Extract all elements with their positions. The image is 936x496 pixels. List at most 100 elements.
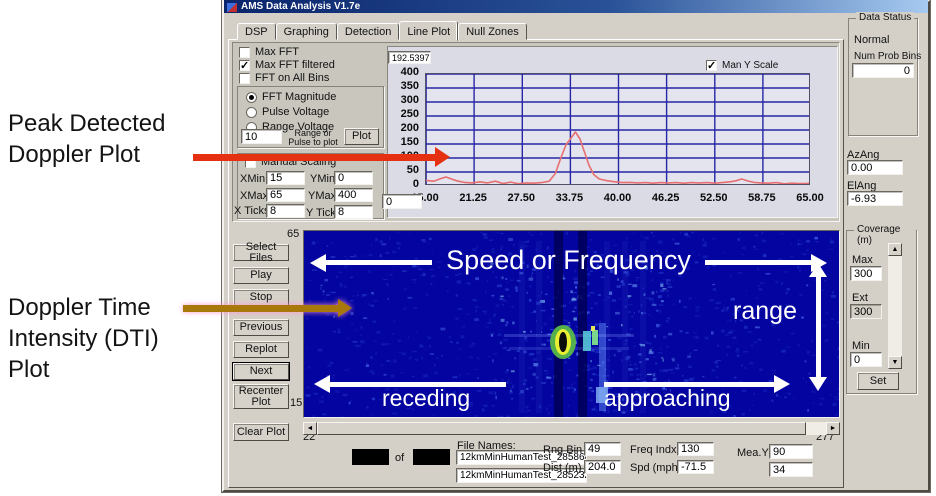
- tab-dsp[interactable]: DSP: [237, 23, 276, 40]
- coverage-min-label: Min: [852, 340, 870, 352]
- xmax-input[interactable]: 65: [266, 188, 305, 202]
- xticks-label: X Ticks: [234, 205, 269, 217]
- fft-all-bins-label: FFT on All Bins: [255, 72, 329, 84]
- man-y-scale-checkbox[interactable]: [706, 60, 717, 71]
- x-tick-label: 21.25: [451, 192, 495, 204]
- fft-all-bins-checkbox[interactable]: [239, 73, 250, 84]
- scroll-down-icon[interactable]: ▼: [888, 356, 902, 369]
- dti-overlay-top-label: Speed or Frequency: [446, 245, 691, 276]
- y-tick-label: 200: [401, 122, 419, 134]
- tab-graphing[interactable]: Graphing: [276, 23, 337, 40]
- x-tick-label: 52.50: [692, 192, 736, 204]
- previous-button[interactable]: Previous: [233, 319, 289, 336]
- dist-label: Dist (m): [543, 462, 582, 474]
- x-axis-labels: 15.0021.2527.5033.7540.0046.2552.5058.75…: [425, 192, 810, 206]
- file-index-display: [352, 449, 389, 465]
- y-tick-label: 350: [401, 80, 419, 92]
- ymax-input[interactable]: 400: [334, 188, 373, 202]
- dist-field[interactable]: 204.0: [584, 460, 621, 474]
- range-to-plot-label: Range or Pulse to plot: [284, 129, 342, 147]
- meay-field-1[interactable]: 90: [769, 444, 813, 459]
- arrow-left-icon: [310, 254, 326, 272]
- dti-callout: Doppler Time Intensity (DTI) Plot: [8, 292, 159, 385]
- checkbox-row[interactable]: Max FFT filtered: [239, 59, 335, 71]
- y-tick-label: 0: [413, 178, 419, 190]
- fft-magnitude-radio[interactable]: [246, 92, 257, 103]
- tab-detection[interactable]: Detection: [337, 23, 399, 40]
- coverage-ext-field: 300: [850, 304, 882, 319]
- play-button[interactable]: Play: [233, 267, 289, 284]
- yticks-input[interactable]: 8: [334, 205, 373, 219]
- chart-bottom-left-input[interactable]: 0: [382, 194, 422, 209]
- scroll-up-icon[interactable]: ▲: [888, 243, 902, 256]
- coverage-max-field[interactable]: 300: [850, 266, 882, 281]
- meay-label: Mea.Y: [737, 447, 769, 459]
- ymin-label: YMin: [310, 173, 335, 185]
- x-tick-label: 27.50: [499, 192, 543, 204]
- elang-field[interactable]: -6.93: [847, 191, 903, 206]
- max-fft-filtered-checkbox[interactable]: [239, 60, 250, 71]
- next-button[interactable]: Next: [233, 363, 289, 380]
- x-tick-label: 40.00: [596, 192, 640, 204]
- coverage-min-field[interactable]: 0: [850, 352, 882, 367]
- dti-horizontal-scrollbar[interactable]: ◄ ►: [303, 422, 840, 435]
- tab-line-plot[interactable]: Line Plot: [399, 21, 458, 41]
- clear-plot-button[interactable]: Clear Plot: [233, 423, 289, 441]
- x-tick-label: 33.75: [547, 192, 591, 204]
- freq-indx-label: Freq Indx: [630, 444, 676, 456]
- ymin-input[interactable]: 0: [334, 171, 373, 185]
- data-status-label: Data Status: [856, 12, 914, 23]
- man-y-scale-label: Man Y Scale: [722, 60, 778, 71]
- checkbox-row[interactable]: Max FFT: [239, 46, 299, 58]
- pulse-voltage-radio[interactable]: [246, 107, 257, 118]
- max-fft-label: Max FFT: [255, 46, 299, 58]
- arrow-right-icon: [338, 299, 352, 317]
- fft-magnitude-label: FFT Magnitude: [262, 91, 336, 103]
- dti-overlay-receding-label: receding: [382, 385, 470, 412]
- recenter-plot-button[interactable]: Recenter Plot: [233, 384, 289, 409]
- replot-button[interactable]: Replot: [233, 341, 289, 358]
- azang-field[interactable]: 0.00: [847, 160, 903, 175]
- xticks-input[interactable]: 8: [266, 204, 305, 218]
- rng-bin-field[interactable]: 49: [584, 442, 621, 456]
- max-fft-checkbox[interactable]: [239, 47, 250, 58]
- x-tick-label: 65.00: [788, 192, 832, 204]
- freq-indx-field[interactable]: 130: [677, 442, 714, 456]
- set-button[interactable]: Set: [857, 372, 899, 390]
- range-to-plot-input[interactable]: 10: [241, 129, 282, 144]
- select-files-button[interactable]: Select Files: [233, 244, 289, 261]
- peak-doppler-callout: Peak Detected Doppler Plot: [8, 108, 165, 170]
- title-bar[interactable]: AMS Data Analysis V1.7e: [224, 0, 928, 13]
- xmin-label: XMin: [240, 173, 265, 185]
- screen: AMS Data Analysis V1.7e DSP Graphing Det…: [0, 0, 936, 496]
- rng-bin-label: Rng Bin: [543, 444, 582, 456]
- dti-plot[interactable]: Speed or Frequency range receding approa…: [303, 230, 840, 418]
- x-tick-label: 46.25: [644, 192, 688, 204]
- scroll-right-icon[interactable]: ►: [826, 422, 840, 435]
- red-callout-arrow: [193, 147, 450, 167]
- arrow-up-icon: [809, 263, 827, 277]
- status-value: Normal: [854, 34, 889, 46]
- xmin-input[interactable]: 15: [266, 171, 305, 185]
- checkbox-row[interactable]: FFT on All Bins: [239, 72, 329, 84]
- num-prob-bins-field[interactable]: 0: [852, 63, 914, 78]
- window-title: AMS Data Analysis V1.7e: [241, 1, 360, 12]
- y-tick-label: 400: [401, 66, 419, 78]
- of-label: of: [395, 452, 404, 464]
- spd-field[interactable]: -71.5: [677, 460, 714, 474]
- coverage-ext-label: Ext: [852, 292, 868, 304]
- y-tick-label: 250: [401, 108, 419, 120]
- dti-overlay-range-label: range: [733, 297, 797, 326]
- radio-row[interactable]: Pulse Voltage: [246, 106, 329, 118]
- meay-field-2[interactable]: 34: [769, 462, 813, 477]
- radio-row[interactable]: FFT Magnitude: [246, 91, 336, 103]
- coverage-scrollbar[interactable]: ▲ ▼: [888, 243, 902, 369]
- arrow-right-icon: [435, 147, 450, 167]
- scroll-left-icon[interactable]: ◄: [303, 422, 317, 435]
- man-y-scale-row[interactable]: Man Y Scale: [706, 60, 778, 71]
- line-plot-chart[interactable]: [425, 73, 810, 185]
- plot-button[interactable]: Plot: [344, 128, 379, 145]
- y-axis-labels: 400350300250200150100500: [391, 67, 421, 191]
- tab-null-zones[interactable]: Null Zones: [458, 23, 527, 40]
- scrollbar-thumb[interactable]: [317, 422, 806, 435]
